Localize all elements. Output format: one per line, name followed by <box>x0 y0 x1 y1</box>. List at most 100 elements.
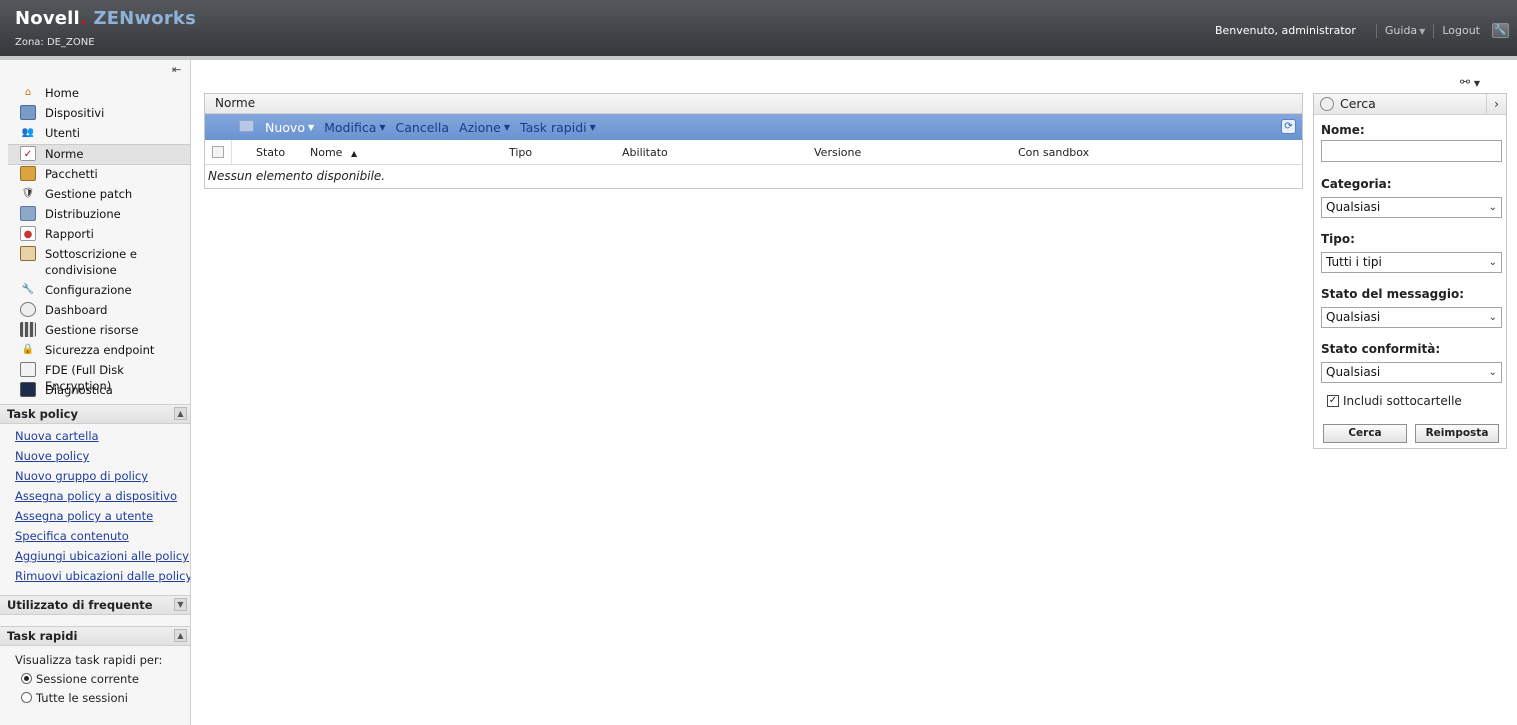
chevron-down-icon: ⌄ <box>1488 202 1497 213</box>
radio-button-checked[interactable] <box>21 673 32 684</box>
report-icon: ● <box>20 226 36 241</box>
sidebar-item-deployment[interactable]: Distribuzione <box>8 205 190 225</box>
help-menu[interactable]: Guida ▼ <box>1385 24 1425 37</box>
folder-up-icon[interactable] <box>239 120 254 132</box>
frequently-used-header[interactable]: Utilizzato di frequente ▼ <box>0 595 190 615</box>
column-sandbox[interactable]: Con sandbox <box>1018 146 1089 159</box>
action-menu[interactable]: Azione ▼ <box>459 120 510 135</box>
sidebar-item-label: Rapporti <box>45 227 94 241</box>
type-select[interactable]: Tutti i tipi ⌄ <box>1321 252 1502 273</box>
sidebar-item-home[interactable]: ⌂ Home <box>8 84 190 104</box>
sidebar-item-label: Configurazione <box>45 283 132 297</box>
column-version[interactable]: Versione <box>814 146 861 159</box>
collapse-sidebar-icon[interactable]: ⇤ <box>172 63 186 77</box>
reset-button[interactable]: Reimposta <box>1415 424 1499 443</box>
task-link-assign-to-device[interactable]: Assegna policy a dispositivo <box>15 488 190 508</box>
sidebar-item-subscription[interactable]: Sottoscrizione e condivisione <box>8 245 190 281</box>
sidebar-item-endpoint-security[interactable]: 🔒 Sicurezza endpoint <box>8 341 190 361</box>
quick-tasks-prompt: Visualizza task rapidi per: <box>15 652 163 667</box>
chevron-up-icon[interactable]: ▲ <box>174 407 187 420</box>
wrench-icon[interactable]: 🔧 <box>1492 23 1509 38</box>
task-policy-links: Nuova cartella Nuove policy Nuovo gruppo… <box>15 428 190 588</box>
new-menu[interactable]: Nuovo ▼ <box>265 120 314 135</box>
task-link-specify-content[interactable]: Specifica contenuto <box>15 528 190 548</box>
sidebar-item-label: Gestione patch <box>45 187 133 201</box>
sidebar-item-label: Home <box>45 86 79 100</box>
novell-zenworks-logo: Novell. ZENworks <box>15 8 196 29</box>
grid-toolbar: Nuovo ▼ Modifica ▼ Cancella Azione ▼ Task r… <box>205 114 1302 140</box>
sidebar-item-label: Utenti <box>45 126 80 140</box>
chevron-down-icon: ▼ <box>589 122 596 132</box>
column-name[interactable]: Nome ▲ <box>310 146 357 159</box>
sidebar-item-dashboard[interactable]: Dashboard <box>8 301 190 321</box>
package-icon <box>20 166 36 181</box>
chevron-up-icon[interactable]: ▲ <box>174 629 187 642</box>
link-options-icon[interactable]: ⚯ ▼ <box>1460 75 1480 89</box>
chevron-right-icon[interactable]: › <box>1486 94 1506 114</box>
sidebar-item-policies[interactable]: ✓ Norme <box>8 144 190 165</box>
sidebar-item-label: Diagnostica <box>45 383 113 397</box>
refresh-icon[interactable]: ⟳ <box>1281 119 1296 134</box>
panel-title: Task rapidi <box>7 629 78 643</box>
include-subfolders-option[interactable]: ✓ Includi sottocartelle <box>1327 394 1462 408</box>
sidebar-item-reports[interactable]: ● Rapporti <box>8 225 190 245</box>
message-state-label: Stato del messaggio: <box>1321 287 1465 301</box>
sidebar-item-users[interactable]: 👥 Utenti <box>8 124 190 144</box>
chevron-down-icon: ⌄ <box>1488 367 1497 378</box>
sort-ascending-icon: ▲ <box>350 149 358 158</box>
delete-button[interactable]: Cancella <box>396 120 449 135</box>
task-link-add-locations[interactable]: Aggiungi ubicazioni alle policy <box>15 548 190 568</box>
sidebar-item-label: Pacchetti <box>45 167 98 181</box>
header-divider <box>0 56 1517 60</box>
quick-tasks-header[interactable]: Task rapidi ▲ <box>0 626 190 646</box>
shield-icon: 🛡 <box>21 188 35 199</box>
sidebar-item-label: Gestione risorse <box>45 323 139 337</box>
compliance-select[interactable]: Qualsiasi ⌄ <box>1321 362 1502 383</box>
task-policy-header[interactable]: Task policy ▲ <box>0 404 190 424</box>
help-label: Guida <box>1384 24 1418 37</box>
column-enabled[interactable]: Abilitato <box>622 146 668 159</box>
column-status[interactable]: Stato <box>256 146 285 159</box>
radio-button[interactable] <box>21 692 32 703</box>
radio-label: Tutte le sessioni <box>36 690 129 705</box>
radio-all-sessions[interactable]: Tutte le sessioni <box>15 688 162 707</box>
sidebar-item-fde[interactable]: FDE (Full Disk Encryption) <box>8 361 190 393</box>
subscription-icon <box>20 246 36 261</box>
disk-encryption-icon <box>20 362 36 377</box>
brand-novell: Novell <box>15 8 80 29</box>
search-button[interactable]: Cerca <box>1323 424 1407 443</box>
task-link-new-policy[interactable]: Nuove policy <box>15 448 190 468</box>
logout-link[interactable]: Logout <box>1442 24 1480 37</box>
task-link-new-folder[interactable]: Nuova cartella <box>15 428 190 448</box>
sidebar-item-bundles[interactable]: Pacchetti <box>8 165 190 185</box>
quick-tasks-menu[interactable]: Task rapidi ▼ <box>520 120 596 135</box>
panel-title: Task policy <box>7 407 78 421</box>
grid-title: Norme <box>205 94 1302 114</box>
select-value: Qualsiasi <box>1326 310 1381 324</box>
menu-label: Task rapidi <box>520 119 587 135</box>
select-value: Tutti i tipi <box>1326 255 1382 269</box>
asset-grid-icon <box>20 322 36 337</box>
chevron-down-icon[interactable]: ▼ <box>174 598 187 611</box>
lock-icon: 🔒 <box>21 344 35 355</box>
select-all-checkbox[interactable] <box>212 146 224 158</box>
sidebar-item-patch[interactable]: 🛡 Gestione patch <box>8 185 190 205</box>
sidebar-item-asset-management[interactable]: Gestione risorse <box>8 321 190 341</box>
task-link-new-policy-group[interactable]: Nuovo gruppo di policy <box>15 468 190 488</box>
message-state-select[interactable]: Qualsiasi ⌄ <box>1321 307 1502 328</box>
name-input[interactable] <box>1321 140 1502 162</box>
chevron-down-icon: ▼ <box>307 122 315 132</box>
category-select[interactable]: Qualsiasi ⌄ <box>1321 197 1502 218</box>
chevron-down-icon: ⌄ <box>1488 312 1497 323</box>
checkbox-label: Includi sottocartelle <box>1343 394 1462 408</box>
radio-current-session[interactable]: Sessione corrente <box>15 669 162 688</box>
column-type[interactable]: Tipo <box>509 146 532 159</box>
sidebar-item-devices[interactable]: Dispositivi <box>8 104 190 124</box>
edit-menu[interactable]: Modifica ▼ <box>324 120 385 135</box>
task-link-remove-locations[interactable]: Rimuovi ubicazioni dalle policy <box>15 568 190 588</box>
main-nav: ⌂ Home Dispositivi 👥 Utenti ✓ Norme Pacc… <box>8 84 190 401</box>
search-panel-title: Cerca <box>1340 96 1376 111</box>
include-subfolders-checkbox[interactable]: ✓ <box>1327 395 1339 407</box>
task-link-assign-to-user[interactable]: Assegna policy a utente <box>15 508 190 528</box>
sidebar-item-configuration[interactable]: 🔧 Configurazione <box>8 281 190 301</box>
